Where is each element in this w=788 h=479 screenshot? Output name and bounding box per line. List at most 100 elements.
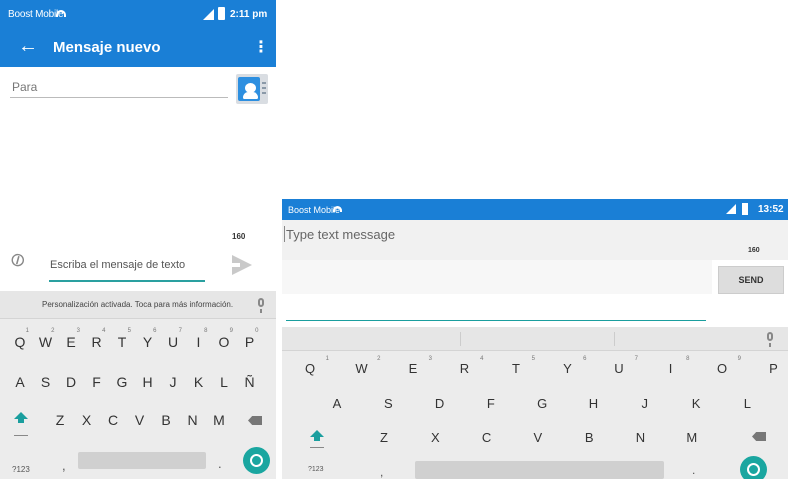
key-label: I (196, 334, 201, 350)
key[interactable]: T5 (111, 328, 133, 350)
emoji-button[interactable] (740, 456, 767, 479)
key[interactable]: Q1 (299, 356, 329, 376)
key[interactable]: U7 (608, 356, 638, 376)
char-counter: 160 (748, 247, 760, 254)
suggestion-strip[interactable]: Personalización activada. Toca para más … (0, 291, 276, 319)
personalization-notice[interactable]: Personalización activada. Toca para más … (42, 300, 233, 309)
key[interactable]: I8 (660, 356, 690, 376)
compose-area[interactable] (282, 260, 712, 294)
key-hint: 9 (737, 356, 741, 362)
comma-key[interactable]: , (380, 465, 383, 479)
key[interactable]: Y6 (557, 356, 586, 376)
key[interactable]: I8 (188, 328, 210, 350)
wifi-icon (56, 10, 66, 17)
mic-icon[interactable] (258, 298, 264, 313)
symbols-key[interactable]: ?123 (308, 466, 324, 473)
contact-picker-button[interactable] (236, 74, 268, 104)
key[interactable]: X (424, 430, 446, 445)
key[interactable]: P0 (239, 328, 261, 350)
key[interactable]: H (583, 396, 605, 411)
battery-icon (742, 203, 748, 215)
space-key[interactable] (415, 461, 664, 479)
key-label: K (193, 374, 204, 390)
space-key[interactable] (78, 452, 206, 469)
key[interactable]: Ñ (239, 374, 261, 390)
key[interactable]: F (480, 396, 502, 411)
key[interactable]: R4 (86, 328, 108, 350)
key[interactable]: O9 (213, 328, 235, 350)
key-label: F (486, 396, 495, 411)
back-arrow-icon[interactable]: ← (18, 36, 38, 56)
key-hint: 2 (377, 356, 381, 362)
message-input[interactable]: Type text message (286, 227, 395, 242)
send-button[interactable]: SEND (718, 266, 784, 294)
backspace-icon[interactable] (752, 432, 766, 441)
key[interactable]: S (35, 374, 57, 390)
symbols-key[interactable]: ?123 (12, 465, 30, 474)
key[interactable]: C (476, 430, 498, 445)
period-key[interactable]: . (218, 456, 222, 471)
key[interactable]: E3 (402, 356, 432, 376)
key[interactable]: J (162, 374, 184, 390)
key-label: T (117, 334, 127, 350)
send-icon[interactable] (232, 255, 252, 275)
recipient-input[interactable]: Para (12, 80, 37, 94)
key[interactable]: M (208, 412, 230, 428)
keyboard: Q1 W2 E3 R4 T5 Y6 U7 I8 O9 P0 A S D F G H J K L Z X C V B N M ?… (282, 327, 788, 479)
key[interactable]: A (9, 374, 31, 390)
key[interactable]: Z (49, 412, 71, 428)
key[interactable]: N (182, 412, 204, 428)
mic-icon[interactable] (767, 332, 773, 347)
key[interactable]: W2 (351, 356, 380, 376)
period-key[interactable]: . (692, 463, 695, 477)
emoji-button[interactable] (243, 447, 270, 474)
key[interactable]: V (527, 430, 549, 445)
key[interactable]: U7 (162, 328, 184, 350)
key[interactable]: A (326, 396, 348, 411)
key-hint: 6 (583, 356, 587, 362)
key[interactable]: N (630, 430, 652, 445)
key[interactable]: J (634, 396, 656, 411)
key[interactable]: L (213, 374, 235, 390)
key-label: H (588, 396, 599, 411)
key[interactable]: L (736, 396, 758, 411)
key[interactable]: H (137, 374, 159, 390)
key-label: X (81, 412, 92, 428)
key-label: J (641, 396, 649, 411)
key[interactable]: Y6 (137, 328, 159, 350)
key[interactable]: W2 (35, 328, 57, 350)
key[interactable]: F (86, 374, 108, 390)
message-underline (286, 320, 706, 321)
shift-icon[interactable] (310, 430, 324, 437)
overflow-menu-icon[interactable]: ⋮ (253, 37, 269, 57)
key[interactable]: Z (373, 430, 395, 445)
shift-icon[interactable] (14, 412, 28, 419)
key[interactable]: K (685, 396, 707, 411)
comma-key[interactable]: , (62, 458, 66, 473)
key[interactable]: S (377, 396, 399, 411)
key[interactable]: O9 (711, 356, 741, 376)
key[interactable]: G (111, 374, 133, 390)
key[interactable]: M (681, 430, 703, 445)
key-label: D (65, 374, 77, 390)
key[interactable]: R4 (454, 356, 484, 376)
key[interactable]: B (155, 412, 177, 428)
key[interactable]: D (60, 374, 82, 390)
message-input[interactable]: Escriba el mensaje de texto (50, 259, 185, 271)
suggestion-strip[interactable] (282, 327, 788, 351)
key[interactable]: V (129, 412, 151, 428)
key[interactable]: K (188, 374, 210, 390)
key[interactable]: C (102, 412, 124, 428)
key[interactable]: X (76, 412, 98, 428)
attach-icon[interactable]: ⊘ (5, 247, 30, 275)
key[interactable]: P0 (763, 361, 785, 376)
key-label: M (686, 430, 698, 445)
backspace-icon[interactable] (248, 416, 262, 425)
key[interactable]: Q1 (9, 328, 31, 350)
key[interactable]: T5 (505, 356, 535, 376)
key[interactable]: B (578, 430, 600, 445)
key[interactable]: G (531, 396, 553, 411)
key[interactable]: D (429, 396, 451, 411)
key[interactable]: E3 (60, 328, 82, 350)
key-label: M (213, 412, 225, 428)
